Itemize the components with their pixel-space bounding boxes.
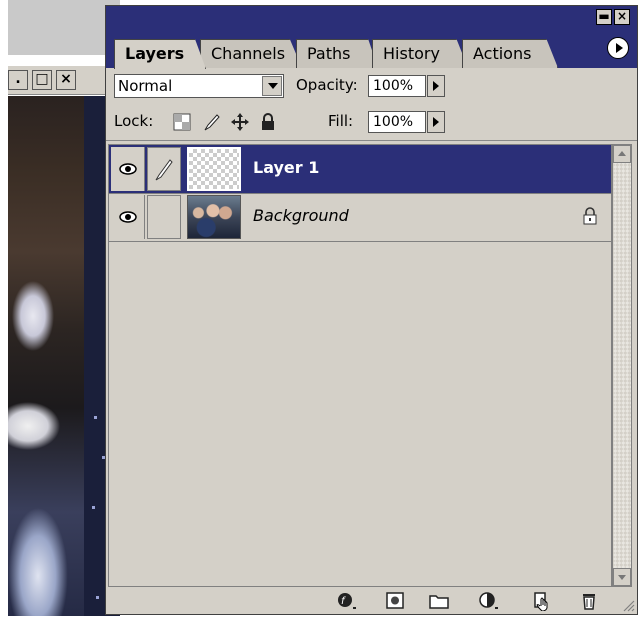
- brush-icon: [155, 159, 173, 181]
- layers-palette: ▬ × Layers Channels Paths History Action…: [105, 5, 638, 615]
- new-layer-icon[interactable]: [530, 591, 552, 611]
- eye-icon: [119, 211, 137, 223]
- palette-tabs: Layers Channels Paths History Actions: [106, 32, 637, 69]
- minimize-button[interactable]: .: [8, 70, 28, 90]
- tab-actions[interactable]: Actions: [462, 39, 558, 68]
- palette-menu-button[interactable]: [607, 37, 629, 59]
- lock-image-pixels-icon[interactable]: [202, 112, 222, 132]
- palette-bottom-bar: f: [106, 588, 637, 614]
- blend-mode-value: Normal: [118, 77, 173, 95]
- opacity-field[interactable]: 100%: [368, 75, 426, 97]
- palette-titlebar[interactable]: ▬ ×: [106, 6, 637, 32]
- scroll-down-button[interactable]: [613, 568, 631, 586]
- lock-fill-row: Lock: Fill: 100%: [106, 104, 637, 141]
- palette-minimize-button[interactable]: ▬: [596, 9, 612, 25]
- opacity-label: Opacity:: [296, 76, 358, 94]
- opacity-stepper[interactable]: [427, 75, 445, 97]
- visibility-toggle[interactable]: [111, 195, 145, 239]
- resize-grip-icon[interactable]: [621, 598, 635, 612]
- new-group-icon[interactable]: [428, 591, 450, 611]
- tab-paths[interactable]: Paths: [296, 39, 378, 68]
- fill-label: Fill:: [328, 112, 354, 130]
- visibility-toggle[interactable]: [111, 147, 145, 191]
- adjustment-layer-icon[interactable]: [478, 591, 500, 611]
- maximize-button[interactable]: □: [32, 70, 52, 90]
- document-window-controls: . □ ×: [8, 66, 108, 95]
- layer-name[interactable]: Layer 1: [253, 158, 319, 177]
- eye-icon: [119, 163, 137, 175]
- layer-mask-icon[interactable]: [384, 591, 406, 611]
- close-button[interactable]: ×: [56, 70, 76, 90]
- fill-stepper[interactable]: [427, 111, 445, 133]
- layer-link-cell[interactable]: [147, 195, 181, 239]
- lock-position-icon[interactable]: [230, 112, 250, 132]
- layer-style-icon[interactable]: f: [336, 591, 358, 611]
- document-title-area: [8, 0, 120, 55]
- layer-thumbnail[interactable]: [187, 147, 241, 191]
- scroll-up-button[interactable]: [613, 145, 631, 163]
- layer-row-background[interactable]: Background: [109, 193, 611, 242]
- blend-mode-select[interactable]: Normal: [114, 74, 284, 98]
- layer-row-layer-1[interactable]: Layer 1: [109, 145, 611, 194]
- lock-all-icon[interactable]: [258, 112, 278, 132]
- chevron-down-icon[interactable]: [262, 76, 282, 96]
- tab-layers[interactable]: Layers: [114, 39, 206, 69]
- lock-label: Lock:: [114, 112, 154, 130]
- palette-close-button[interactable]: ×: [614, 9, 630, 25]
- document-window: . □ ×: [8, 0, 120, 621]
- lock-transparent-pixels-icon[interactable]: [172, 112, 192, 132]
- blend-opacity-row: Normal Opacity: 100%: [106, 68, 637, 104]
- tab-channels[interactable]: Channels: [200, 39, 302, 68]
- layers-scrollbar[interactable]: [612, 144, 632, 587]
- layers-list: Layer 1 Background: [108, 144, 612, 587]
- lock-icon: [583, 207, 597, 225]
- tab-history[interactable]: History: [372, 39, 468, 68]
- layer-thumbnail[interactable]: [187, 195, 241, 239]
- fill-field[interactable]: 100%: [368, 111, 426, 133]
- trash-icon[interactable]: [578, 591, 600, 611]
- layer-name[interactable]: Background: [253, 206, 349, 225]
- layer-link-cell[interactable]: [147, 147, 181, 191]
